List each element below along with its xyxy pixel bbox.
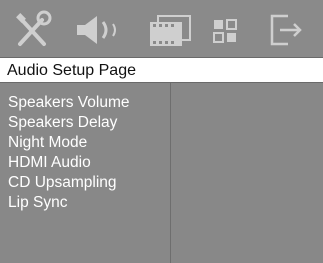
audio-setup-tab[interactable] bbox=[73, 10, 127, 50]
menu-item-night-mode[interactable]: Night Mode bbox=[8, 134, 87, 152]
menu-item-cd-upsampling[interactable]: CD Upsampling bbox=[8, 174, 117, 192]
menu-divider bbox=[170, 83, 171, 263]
speaker-icon bbox=[77, 16, 116, 44]
preference-tab[interactable] bbox=[208, 10, 242, 50]
page-title-bar: Audio Setup Page bbox=[0, 57, 323, 83]
tools-icon bbox=[16, 10, 52, 46]
film-icon bbox=[150, 15, 191, 46]
video-setup-tab[interactable] bbox=[146, 10, 194, 50]
audio-settings-menu: Speakers Volume Speakers Delay Night Mod… bbox=[0, 83, 170, 263]
menu-item-speakers-volume[interactable]: Speakers Volume bbox=[8, 94, 130, 112]
general-setup-tab[interactable] bbox=[14, 10, 52, 50]
exit-icon bbox=[270, 14, 302, 46]
menu-item-hdmi-audio[interactable]: HDMI Audio bbox=[8, 154, 91, 172]
page-title: Audio Setup Page bbox=[7, 62, 136, 79]
menu-item-lip-sync[interactable]: Lip Sync bbox=[8, 194, 67, 212]
exit-tab[interactable] bbox=[266, 10, 306, 50]
setup-toolbar bbox=[0, 0, 323, 57]
menu-item-speakers-delay[interactable]: Speakers Delay bbox=[8, 114, 117, 132]
preference-icon bbox=[213, 19, 237, 43]
audio-setup-screen: Audio Setup Page Speakers Volume Speaker… bbox=[0, 0, 323, 263]
